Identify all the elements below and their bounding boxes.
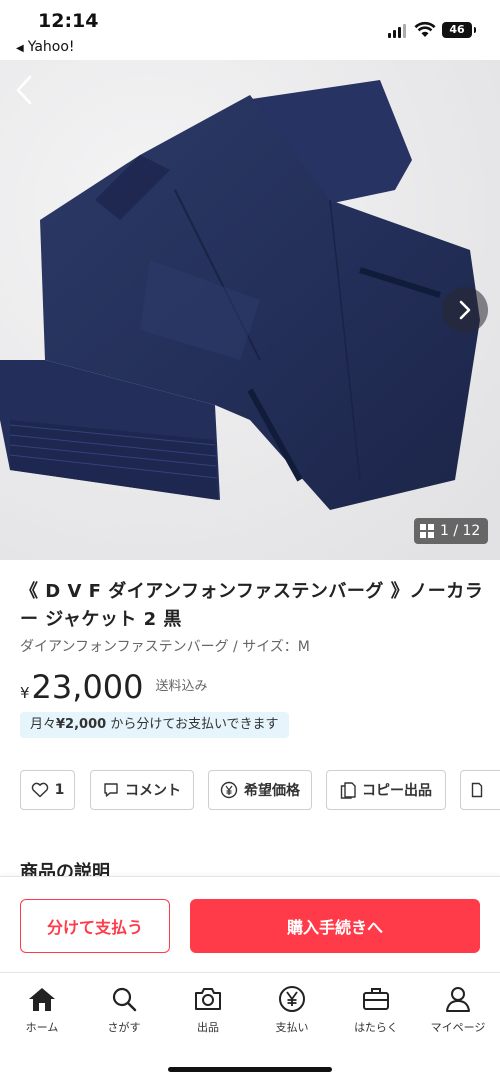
- tab-mypage[interactable]: マイページ: [416, 983, 500, 1035]
- split-payment-button[interactable]: 分けて支払う: [20, 899, 170, 953]
- shipping-label: 送料込み: [155, 679, 208, 694]
- document-icon: [471, 782, 483, 798]
- price-value: 23,000: [31, 668, 144, 706]
- tab-sell-label: 出品: [197, 1021, 219, 1034]
- comment-button[interactable]: コメント: [90, 770, 194, 810]
- tab-payment-label: 支払い: [275, 1021, 309, 1034]
- price-currency: ¥: [20, 684, 30, 702]
- brand-size-link[interactable]: ダイアンフォンファステンバーグ / サイズ：M: [20, 636, 310, 656]
- purchase-bar: 分けて支払う 購入手続きへ: [0, 876, 500, 972]
- back-to-app-link[interactable]: ◀ Yahoo!: [16, 39, 75, 55]
- like-button[interactable]: 1: [20, 770, 75, 810]
- tab-work-label: はたらく: [354, 1021, 398, 1034]
- tab-sell[interactable]: 出品: [166, 983, 250, 1035]
- comment-label: コメント: [125, 783, 181, 799]
- search-icon: [82, 983, 166, 1015]
- battery-indicator: 46: [442, 22, 476, 38]
- installment-banner[interactable]: 月々¥2,000 から分けてお支払いできます: [20, 712, 289, 738]
- chevron-right-icon: [459, 300, 471, 320]
- tab-bar: ホーム さがす 出品 支払い はたらく マイページ: [0, 972, 500, 1080]
- yen-circle-icon: [220, 781, 238, 799]
- tab-home-label: ホーム: [25, 1021, 59, 1034]
- installment-amount: ¥2,000: [56, 717, 107, 732]
- action-buttons: 1 コメント 希望価格 コピー出品: [20, 770, 500, 810]
- purchase-button[interactable]: 購入手続きへ: [190, 899, 480, 953]
- status-time: 12:14: [38, 10, 99, 32]
- grid-icon: [420, 524, 434, 538]
- image-next-button[interactable]: [442, 287, 488, 333]
- installment-suffix: から分けてお支払いできます: [110, 717, 279, 732]
- back-triangle-icon: ◀: [16, 43, 24, 54]
- installment-prefix: 月々: [30, 717, 57, 732]
- tab-payment[interactable]: 支払い: [250, 983, 334, 1035]
- jacket-photo: [0, 60, 500, 560]
- copy-listing-label: コピー出品: [362, 783, 432, 799]
- price-row: ¥ 23,000 送料込み: [20, 668, 208, 706]
- tab-search-label: さがす: [107, 1021, 141, 1034]
- image-back-button[interactable]: [14, 74, 34, 112]
- yen-circle-icon: [250, 983, 334, 1015]
- copy-document-icon: [340, 782, 356, 799]
- person-icon: [416, 983, 500, 1015]
- offer-price-label: 希望価格: [244, 783, 300, 799]
- image-counter-text: 1 / 12: [440, 523, 481, 539]
- camera-icon: [166, 983, 250, 1015]
- comment-icon: [104, 783, 118, 797]
- signal-icon: [388, 24, 408, 38]
- product-title: 《 D V F ダイアンフォンファステンバーグ 》ノーカラー ジャケット 2 黒: [20, 581, 484, 630]
- like-count: 1: [54, 782, 65, 798]
- wifi-icon: [414, 21, 436, 42]
- back-app-label: Yahoo!: [27, 39, 75, 55]
- home-icon: [0, 983, 84, 1015]
- more-action-button[interactable]: [460, 770, 500, 810]
- tab-mypage-label: マイページ: [430, 1021, 486, 1034]
- offer-price-button[interactable]: 希望価格: [208, 770, 312, 810]
- heart-icon: [31, 782, 48, 798]
- tab-work[interactable]: はたらく: [334, 983, 418, 1035]
- copy-listing-button[interactable]: コピー出品: [326, 770, 446, 810]
- product-image[interactable]: 1 / 12: [0, 60, 500, 560]
- tab-search[interactable]: さがす: [82, 983, 166, 1035]
- tab-home[interactable]: ホーム: [0, 983, 84, 1035]
- briefcase-icon: [334, 983, 418, 1015]
- status-bar: 12:14 ◀ Yahoo! 46: [0, 0, 500, 60]
- image-counter[interactable]: 1 / 12: [414, 518, 489, 544]
- home-indicator[interactable]: [168, 1067, 332, 1072]
